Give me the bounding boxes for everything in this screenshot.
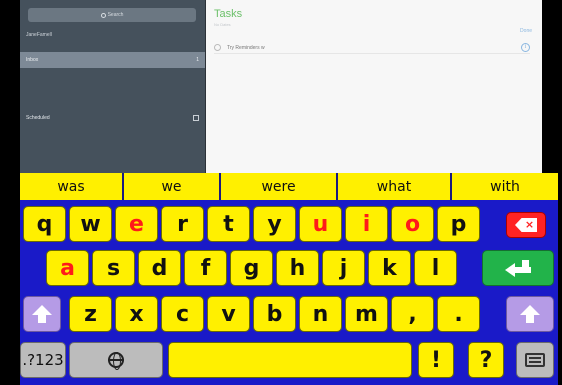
shift-key-left[interactable] [23, 296, 61, 332]
key-l[interactable]: l [414, 250, 457, 286]
key-i[interactable]: i [345, 206, 388, 242]
key-o[interactable]: o [391, 206, 434, 242]
key-p[interactable]: p [437, 206, 480, 242]
key-s[interactable]: s [92, 250, 135, 286]
key-y[interactable]: y [253, 206, 296, 242]
done-button[interactable]: Done [520, 28, 532, 34]
key-w[interactable]: w [69, 206, 112, 242]
space-bar[interactable] [168, 342, 412, 378]
sidebar-item-scheduled[interactable]: Scheduled [20, 110, 205, 126]
key-f[interactable]: f [184, 250, 227, 286]
globe-icon [108, 352, 124, 370]
key-a[interactable]: a [46, 250, 89, 286]
key-k[interactable]: k [368, 250, 411, 286]
suggestion-what[interactable]: what [338, 173, 450, 200]
suggestion-were[interactable]: were [221, 173, 336, 200]
backspace-icon: × [515, 218, 537, 232]
key-u[interactable]: u [299, 206, 342, 242]
search-field[interactable]: Search [28, 8, 196, 22]
shift-arrow-icon [520, 305, 540, 323]
page-subtitle: No Dates [214, 22, 231, 27]
key-period[interactable]: . [437, 296, 480, 332]
key-z[interactable]: z [69, 296, 112, 332]
task-checkbox[interactable] [214, 44, 221, 51]
key-b[interactable]: b [253, 296, 296, 332]
key-comma[interactable]: , [391, 296, 434, 332]
key-m[interactable]: m [345, 296, 388, 332]
globe-key[interactable] [69, 342, 163, 378]
key-v[interactable]: v [207, 296, 250, 332]
key-d[interactable]: d [138, 250, 181, 286]
search-icon [100, 12, 106, 18]
search-placeholder: Search [107, 12, 124, 18]
task-label: Try Reminders w [227, 44, 265, 51]
shift-arrow-icon [32, 305, 52, 323]
calendar-icon [193, 115, 199, 121]
key-j[interactable]: j [322, 250, 365, 286]
sidebar: Search JaneFamell Inbox 1 Scheduled [20, 0, 205, 173]
key-x[interactable]: x [115, 296, 158, 332]
shift-key-right[interactable] [506, 296, 554, 332]
suggestion-we[interactable]: we [124, 173, 219, 200]
key-t[interactable]: t [207, 206, 250, 242]
key-question[interactable]: ? [468, 342, 504, 378]
key-h[interactable]: h [276, 250, 319, 286]
suggestion-was[interactable]: was [20, 173, 122, 200]
key-r[interactable]: r [161, 206, 204, 242]
key-q[interactable]: q [23, 206, 66, 242]
word-suggestion-bar: was we were what with [20, 173, 558, 200]
key-c[interactable]: c [161, 296, 204, 332]
key-n[interactable]: n [299, 296, 342, 332]
page-title: Tasks [214, 8, 243, 20]
suggestion-with[interactable]: with [452, 173, 558, 200]
sidebar-item-label: Inbox [26, 57, 39, 63]
sidebar-item-count: 1 [196, 57, 199, 63]
sidebar-account-label: JaneFamell [26, 32, 52, 38]
return-icon [505, 260, 531, 277]
task-list-pane: Tasks No Dates Done Try Reminders w i [205, 0, 542, 173]
info-icon[interactable]: i [521, 43, 530, 52]
hide-keyboard-key[interactable] [516, 342, 554, 378]
key-g[interactable]: g [230, 250, 273, 286]
sidebar-item-label: Scheduled [26, 115, 50, 121]
key-e[interactable]: e [115, 206, 158, 242]
delete-key[interactable]: × [506, 212, 546, 238]
numbers-key[interactable]: .?123 [20, 342, 66, 378]
keyboard: q w e r t y u i o p × a s d f g h j k l … [20, 200, 558, 385]
key-exclamation[interactable]: ! [418, 342, 454, 378]
keyboard-hide-icon [525, 353, 545, 367]
return-key[interactable] [482, 250, 554, 286]
sidebar-item-inbox[interactable]: Inbox 1 [20, 52, 205, 68]
app-window: Search JaneFamell Inbox 1 Scheduled Task… [20, 0, 542, 173]
task-row[interactable]: Try Reminders w i [214, 42, 530, 54]
